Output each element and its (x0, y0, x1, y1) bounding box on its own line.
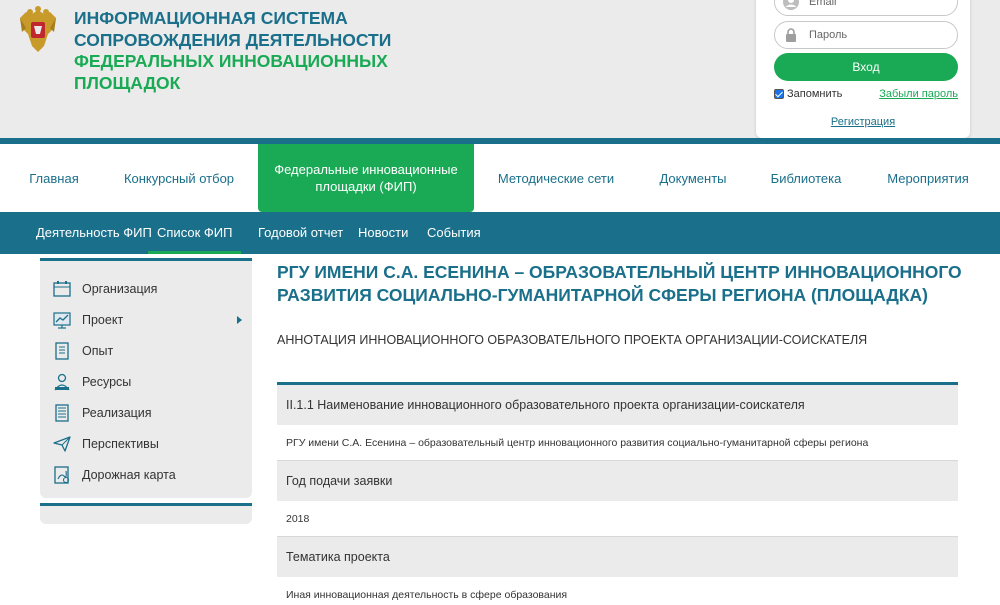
project-info-table: II.1.1 Наименование инновационного образ… (277, 382, 958, 605)
table-row-header: II.1.1 Наименование инновационного образ… (277, 385, 958, 425)
title-line: площадок (74, 72, 181, 93)
subnav-item-news[interactable]: Новости (358, 212, 408, 254)
building-icon (53, 281, 71, 297)
sidebar-item-label: Перспективы (82, 437, 159, 451)
checkbox-checked-icon[interactable] (774, 89, 784, 99)
user-icon (783, 0, 799, 10)
login-button[interactable]: Вход (774, 53, 958, 81)
nav-item-competition[interactable]: Конкурсный отбор (118, 144, 240, 212)
sidebar-item-experience[interactable]: Опыт (52, 340, 242, 362)
nav-item-fip[interactable]: Федеральные инновационные площадки (ФИП) (258, 144, 474, 212)
map-icon (54, 466, 70, 484)
email-field[interactable] (774, 0, 958, 16)
sidebar-item-label: Организация (82, 282, 158, 296)
sidebar-item-label: Дорожная карта (82, 468, 176, 482)
sidebar-item-project[interactable]: Проект (52, 309, 242, 331)
table-row-header: Год подачи заявки (277, 461, 958, 501)
nav-item-library[interactable]: Библиотека (764, 144, 848, 212)
register-link[interactable]: Регистрация (756, 116, 970, 128)
remember-checkbox[interactable]: Запомнить (774, 88, 842, 100)
main-nav: Главная Конкурсный отбор Федеральные инн… (0, 144, 1000, 212)
sidebar-item-label: Реализация (82, 406, 152, 420)
table-row-header: Тематика проекта (277, 537, 958, 577)
table-row-value: 2018 (277, 501, 958, 537)
sidebar-item-organization[interactable]: Организация (52, 278, 242, 300)
title-line: федеральных инновационных (74, 51, 388, 71)
sidebar: Организация Проект Опыт Ресурсы Реализац… (40, 258, 252, 498)
person-icon (54, 373, 70, 391)
sidebar-item-label: Опыт (82, 344, 114, 358)
list-icon (55, 404, 69, 422)
nav-item-events[interactable]: Мероприятия (880, 144, 976, 212)
sidebar-item-prospects[interactable]: Перспективы (52, 433, 242, 455)
site-header: Информационная система сопровождения дея… (0, 0, 1000, 138)
coat-of-arms-icon (20, 6, 56, 52)
page-title: РГУ имени С.А. Есенина – образовательный… (277, 262, 962, 305)
sidebar-item-roadmap[interactable]: Дорожная карта (52, 464, 242, 486)
forgot-password-link[interactable]: Забыли пароль (879, 88, 958, 100)
login-panel: Вход Запомнить Забыли пароль Регистрация (756, 0, 970, 138)
remember-label: Запомнить (787, 88, 843, 100)
sidebar-item-implementation[interactable]: Реализация (52, 402, 242, 424)
arrow-right-icon (237, 316, 242, 324)
table-row-value: Иная инновационная деятельность в сфере … (277, 577, 958, 605)
password-field[interactable] (774, 21, 958, 49)
email-input[interactable] (809, 0, 949, 12)
sidebar-item-label: Проект (82, 313, 124, 327)
nav-item-documents[interactable]: Документы (648, 144, 738, 212)
nav-item-methodical-networks[interactable]: Методические сети (490, 144, 622, 212)
sidebar-secondary-block (40, 503, 252, 524)
subnav-item-fip-activity[interactable]: Деятельность ФИП (36, 212, 152, 254)
sidebar-item-label: Ресурсы (82, 375, 132, 389)
title-line: сопровождения деятельности (74, 29, 392, 50)
password-input[interactable] (809, 25, 949, 45)
subnav-item-fip-list[interactable]: Список ФИП (148, 212, 242, 254)
subnav-item-annual-report[interactable]: Годовой отчет (258, 212, 343, 254)
subnav-item-events[interactable]: События (427, 212, 481, 254)
site-title[interactable]: Информационная система сопровождения дея… (74, 8, 391, 94)
lock-icon (786, 28, 796, 42)
annotation-heading: АННОТАЦИЯ ИННОВАЦИОННОГО ОБРАЗОВАТЕЛЬНОГ… (277, 333, 868, 347)
sub-nav: Деятельность ФИП Список ФИП Годовой отче… (0, 212, 1000, 254)
sidebar-item-resources[interactable]: Ресурсы (52, 371, 242, 393)
nav-item-home[interactable]: Главная (14, 144, 94, 212)
chart-icon (53, 312, 71, 329)
document-icon (55, 342, 69, 360)
title-line: Информационная система (74, 8, 348, 28)
paper-plane-icon (53, 436, 71, 452)
table-row-value: РГУ имени С.А. Есенина – образовательный… (277, 425, 958, 461)
